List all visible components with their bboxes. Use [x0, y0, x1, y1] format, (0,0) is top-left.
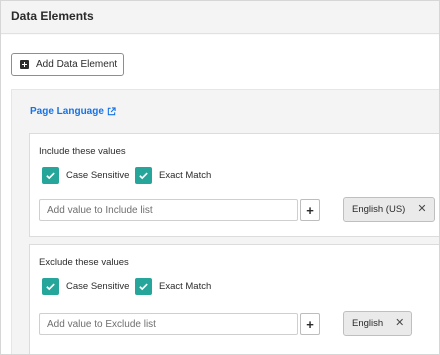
include-tag-label: English (US) — [352, 204, 406, 215]
header: Data Elements — [1, 1, 439, 34]
checkmark-icon — [42, 167, 59, 184]
exclude-exact-match-label: Exact Match — [159, 281, 212, 292]
include-value-input[interactable] — [39, 199, 298, 221]
include-case-sensitive-checkbox[interactable]: Case Sensitive — [42, 167, 129, 184]
close-icon[interactable]: ✕ — [417, 204, 426, 215]
include-exact-match-label: Exact Match — [159, 170, 212, 181]
plus-square-icon — [20, 60, 29, 69]
add-data-element-button[interactable]: Add Data Element — [11, 53, 124, 76]
include-case-sensitive-label: Case Sensitive — [66, 170, 130, 181]
main-content: Add Data Element Page Language Include t… — [1, 35, 439, 354]
checkmark-icon — [135, 278, 152, 295]
checkmark-icon — [135, 167, 152, 184]
include-tag: English (US) ✕ — [343, 197, 435, 222]
data-elements-window: Data Elements Add Data Element Page Lang… — [0, 0, 440, 355]
include-values-card: Include these values Case Sensitive Exac… — [29, 133, 439, 237]
exclude-value-input[interactable] — [39, 313, 298, 335]
exclude-exact-match-checkbox[interactable]: Exact Match — [135, 278, 211, 295]
exclude-case-sensitive-label: Case Sensitive — [66, 281, 130, 292]
include-title: Include these values — [39, 146, 126, 157]
exclude-values-card: Exclude these values Case Sensitive Exac… — [29, 244, 439, 354]
exclude-title: Exclude these values — [39, 257, 129, 268]
plus-icon: + — [306, 316, 314, 332]
data-element-panel: Page Language Include these values Case … — [11, 89, 439, 354]
page-language-link[interactable]: Page Language — [30, 106, 116, 117]
close-icon[interactable]: ✕ — [395, 318, 404, 329]
exclude-add-value-button[interactable]: + — [300, 313, 320, 335]
plus-icon: + — [306, 202, 314, 218]
exclude-case-sensitive-checkbox[interactable]: Case Sensitive — [42, 278, 129, 295]
include-exact-match-checkbox[interactable]: Exact Match — [135, 167, 211, 184]
page-language-label: Page Language — [30, 106, 104, 117]
page-title: Data Elements — [11, 9, 94, 23]
exclude-tag: English ✕ — [343, 311, 413, 336]
external-link-icon — [107, 107, 116, 116]
add-data-element-label: Add Data Element — [36, 59, 118, 70]
exclude-tag-label: English — [352, 318, 384, 329]
include-add-value-button[interactable]: + — [300, 199, 320, 221]
checkmark-icon — [42, 278, 59, 295]
